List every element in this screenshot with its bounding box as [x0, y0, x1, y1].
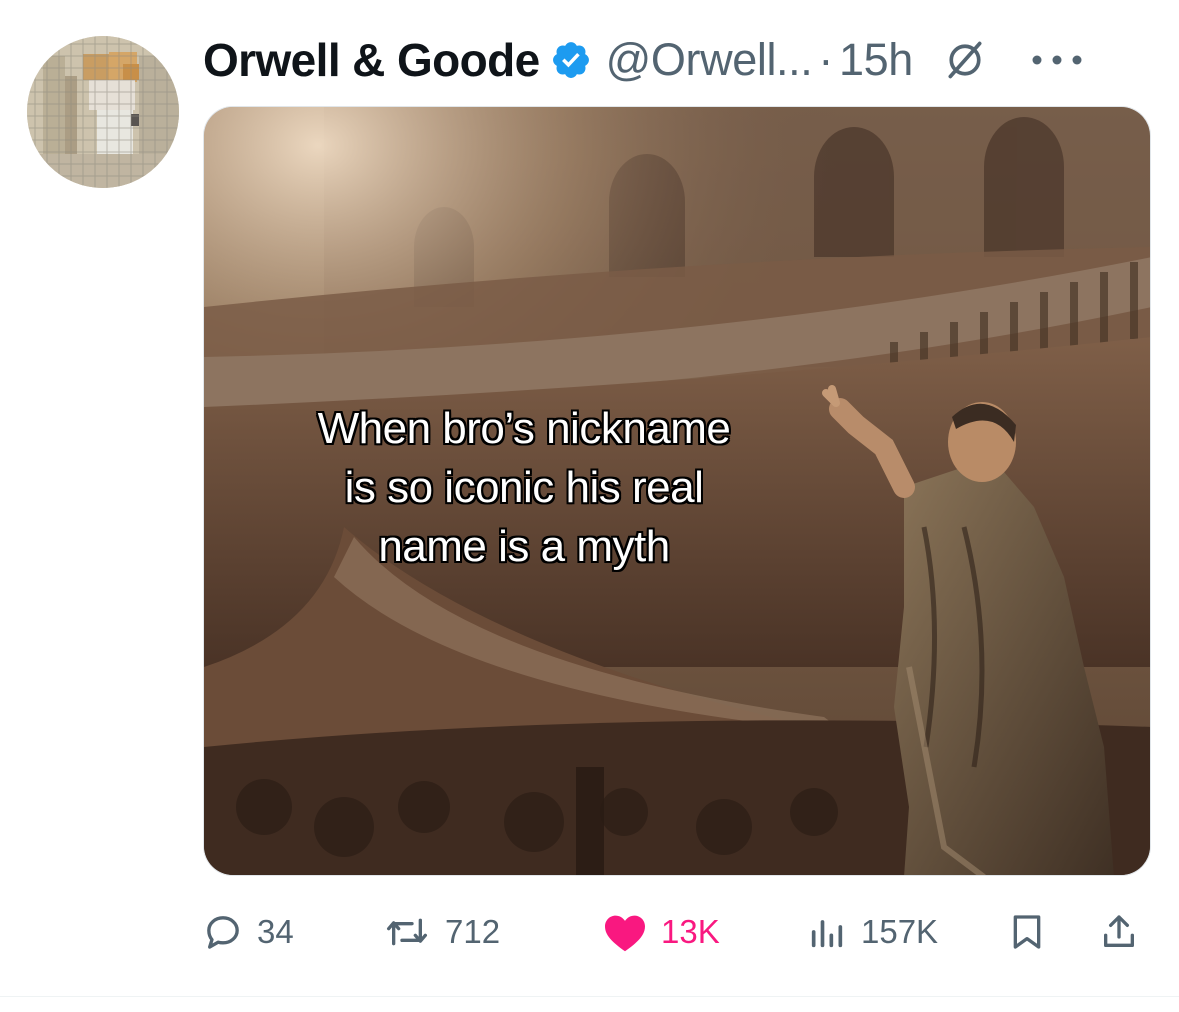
separator-dot: · [818, 34, 833, 85]
repost-count: 712 [445, 913, 501, 950]
bookmark-button[interactable] [1007, 900, 1047, 964]
more-icon[interactable] [1029, 50, 1085, 70]
verified-badge-icon[interactable] [550, 39, 592, 81]
post-header: Orwell & Goode @Orwell... · 15h [203, 30, 1163, 90]
views-count: 157K [861, 913, 939, 950]
post-divider [0, 996, 1179, 997]
repost-button[interactable]: 712 [383, 900, 500, 964]
reply-count: 34 [257, 913, 294, 950]
repost-icon [387, 918, 428, 946]
reply-icon [207, 916, 239, 949]
avatar[interactable] [27, 36, 179, 188]
author-display-name[interactable]: Orwell & Goode [203, 33, 540, 87]
share-button[interactable] [1099, 900, 1139, 964]
views-button[interactable]: 157K [807, 900, 938, 964]
post-timestamp[interactable]: 15h [839, 34, 913, 86]
reply-button[interactable]: 34 [203, 900, 294, 964]
views-icon [811, 920, 843, 948]
heart-icon [605, 915, 645, 952]
author-handle[interactable]: @Orwell... [606, 34, 813, 86]
action-bar: 34 712 13K 157K [203, 900, 1153, 964]
like-button[interactable]: 13K [603, 900, 720, 964]
bookmark-icon [1013, 915, 1041, 949]
caption-line: name is a myth [378, 522, 670, 571]
post-media-image[interactable]: When bro’s nickname is so iconic his rea… [203, 106, 1151, 876]
caption-line: When bro’s nickname [317, 404, 731, 453]
share-icon [1104, 915, 1134, 947]
like-count: 13K [661, 913, 720, 950]
grok-icon[interactable] [943, 38, 987, 82]
caption-line: is so iconic his real [344, 463, 704, 512]
meme-caption: When bro’s nickname is so iconic his rea… [244, 399, 804, 576]
pixelated-avatar-image [27, 36, 179, 188]
